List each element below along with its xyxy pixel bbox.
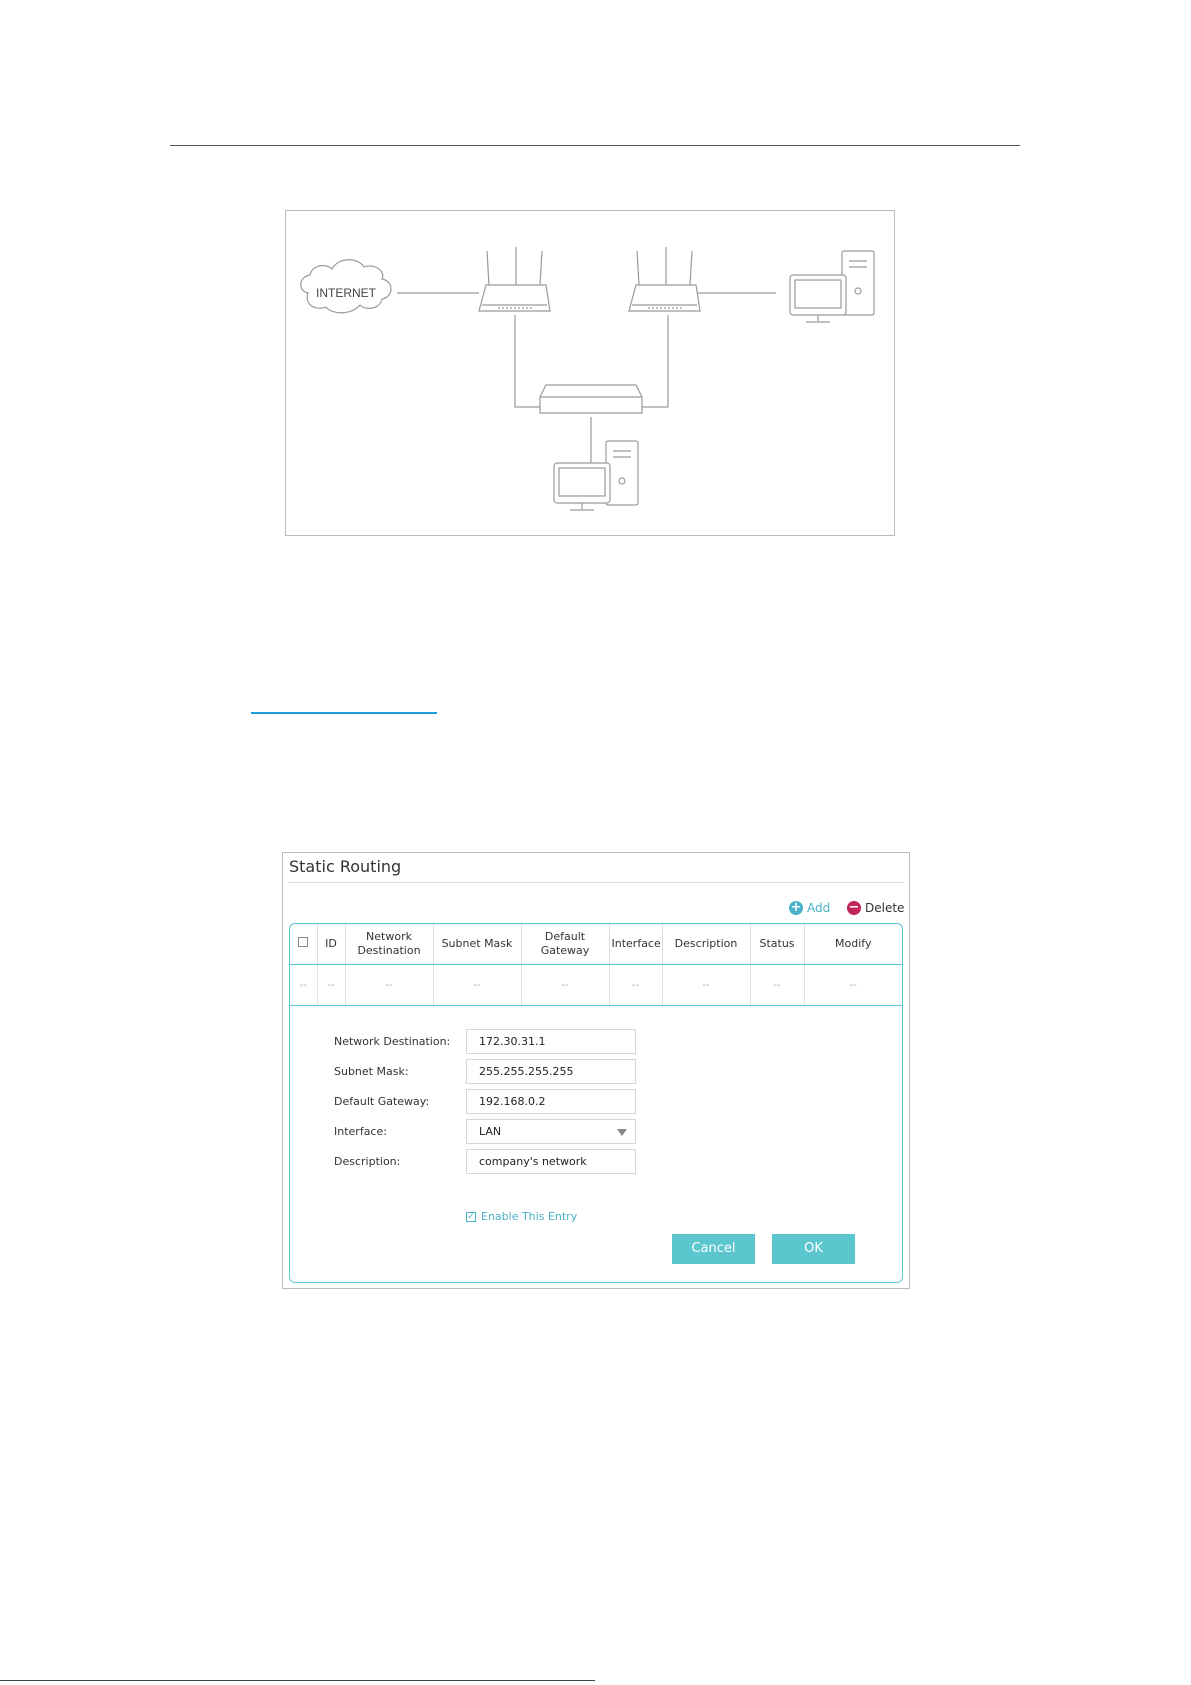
ok-button[interactable]: OK bbox=[772, 1234, 855, 1264]
computer-icon-bottom bbox=[553, 440, 639, 511]
router-switch-link-left bbox=[514, 315, 541, 408]
switch-icon bbox=[539, 384, 643, 414]
table-cell: -- bbox=[345, 964, 434, 1006]
network-diagram: INTERNET bbox=[285, 210, 895, 536]
add-button-label: Add bbox=[807, 901, 831, 915]
delete-button-label: Delete bbox=[865, 901, 905, 915]
panel-title: Static Routing bbox=[289, 857, 402, 876]
delete-button[interactable]: − Delete bbox=[847, 899, 904, 917]
internet-label: INTERNET bbox=[316, 286, 377, 300]
network-destination-row: Network Destination: 172.30.31.1 bbox=[334, 1028, 636, 1054]
table-cell: -- bbox=[750, 964, 805, 1006]
column-header: ID bbox=[317, 924, 346, 965]
description-label: Description: bbox=[334, 1154, 401, 1168]
interface-select-value: LAN bbox=[479, 1124, 502, 1138]
subnet-mask-row: Subnet Mask: 255.255.255.255 bbox=[334, 1058, 636, 1084]
column-header: Modify bbox=[804, 924, 902, 965]
default-gateway-label: Default Gateway: bbox=[334, 1094, 430, 1108]
router-icon-1 bbox=[478, 247, 551, 312]
network-destination-input[interactable]: 172.30.31.1 bbox=[466, 1028, 636, 1054]
cancel-button[interactable]: Cancel bbox=[672, 1234, 755, 1264]
minus-circle-icon: − bbox=[847, 900, 861, 915]
router-icon-2 bbox=[628, 247, 701, 312]
column-header: Status bbox=[750, 924, 805, 965]
checkmark-icon: ✓ bbox=[466, 1211, 476, 1222]
hyperlink-underline[interactable] bbox=[251, 712, 437, 714]
subnet-mask-label: Subnet Mask: bbox=[334, 1064, 409, 1078]
add-button[interactable]: + Add bbox=[789, 899, 830, 917]
table-row: -- -- -- -- -- -- -- -- -- bbox=[290, 964, 902, 1006]
static-routing-panel: Static Routing + Add − Delete ID Network… bbox=[282, 852, 910, 1289]
panel-title-rule bbox=[287, 882, 905, 883]
default-gateway-row: Default Gateway: 192.168.0.2 bbox=[334, 1088, 636, 1114]
select-all-cell[interactable] bbox=[290, 924, 318, 965]
table-cell: -- bbox=[521, 964, 610, 1006]
column-header: Interface bbox=[609, 924, 663, 965]
plus-circle-icon: + bbox=[789, 900, 803, 915]
column-header: Subnet Mask bbox=[433, 924, 522, 965]
column-header: Description bbox=[662, 924, 751, 965]
routing-table: ID Network Destination Subnet Mask Defau… bbox=[290, 924, 902, 1006]
table-header-row: ID Network Destination Subnet Mask Defau… bbox=[290, 924, 902, 965]
header-rule bbox=[170, 145, 1020, 146]
router-switch-link-right bbox=[641, 315, 669, 408]
table-cell: -- bbox=[290, 964, 318, 1006]
default-gateway-input[interactable]: 192.168.0.2 bbox=[466, 1088, 636, 1114]
select-all-checkbox[interactable] bbox=[298, 937, 309, 947]
interface-select[interactable]: LAN bbox=[466, 1118, 636, 1144]
interface-label: Interface: bbox=[334, 1124, 387, 1138]
description-input[interactable]: company's network bbox=[466, 1148, 636, 1174]
enable-entry-checkbox[interactable]: ✓ Enable This Entry bbox=[466, 1210, 577, 1223]
table-cell: -- bbox=[317, 964, 346, 1006]
description-row: Description: company's network bbox=[334, 1148, 636, 1174]
table-cell: -- bbox=[662, 964, 751, 1006]
table-cell: -- bbox=[433, 964, 522, 1006]
table-cell: -- bbox=[609, 964, 663, 1006]
chevron-down-icon bbox=[617, 1128, 627, 1136]
network-diagram-svg: INTERNET bbox=[300, 247, 875, 511]
subnet-mask-input[interactable]: 255.255.255.255 bbox=[466, 1058, 636, 1084]
column-header: Network Destination bbox=[345, 924, 434, 965]
column-header: Default Gateway bbox=[521, 924, 610, 965]
computer-icon-right bbox=[789, 250, 875, 323]
footer-rule bbox=[0, 1680, 595, 1681]
interface-row: Interface: LAN bbox=[334, 1118, 636, 1144]
network-destination-label: Network Destination: bbox=[334, 1034, 451, 1048]
routing-table-container: ID Network Destination Subnet Mask Defau… bbox=[289, 923, 903, 1283]
table-cell: -- bbox=[804, 964, 902, 1006]
enable-entry-label: Enable This Entry bbox=[481, 1210, 578, 1223]
